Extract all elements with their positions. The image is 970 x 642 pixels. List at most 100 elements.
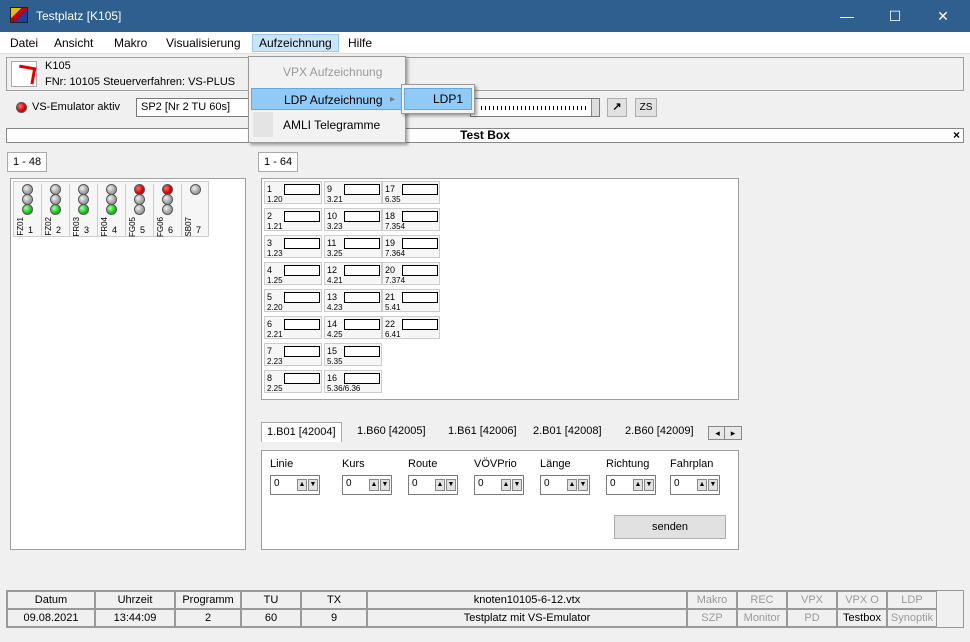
detector-state-box[interactable] xyxy=(402,238,438,249)
spinner-value[interactable]: 0 xyxy=(610,478,616,489)
spinner-value[interactable]: 0 xyxy=(412,478,418,489)
detector-state-box[interactable] xyxy=(344,265,380,276)
tab-scroll-right-icon[interactable]: ▸ xyxy=(726,427,740,439)
detector-state-box[interactable] xyxy=(344,238,380,249)
detector-21[interactable]: 21 5.41 xyxy=(382,289,440,312)
maximize-button[interactable]: ☐ xyxy=(872,0,918,32)
detector-4[interactable]: 4 1.25 xyxy=(264,262,322,285)
detector-12[interactable]: 12 4.21 xyxy=(324,262,382,285)
status-value-7[interactable]: Monitor xyxy=(737,609,787,627)
menu-visualisierung[interactable]: Visualisierung xyxy=(160,34,247,52)
detector-state-box[interactable] xyxy=(344,292,380,303)
menu-item-amli-telegramme[interactable]: AMLI Telegramme xyxy=(251,114,403,136)
detector-2[interactable]: 2 1.21 xyxy=(264,208,322,231)
status-value-9[interactable]: Testbox xyxy=(837,609,887,627)
tab-vehicle-4[interactable]: 2.B01 [42008] xyxy=(528,422,607,442)
spinner-value[interactable]: 0 xyxy=(674,478,680,489)
detector-5[interactable]: 5 2.20 xyxy=(264,289,322,312)
program-select[interactable]: SP2 [Nr 2 TU 60s] xyxy=(136,98,256,117)
close-button[interactable]: ✕ xyxy=(920,0,966,32)
time-slider[interactable] xyxy=(470,98,600,117)
detector-7[interactable]: 7 2.23 xyxy=(264,343,322,366)
field-spinner-vövprio[interactable]: 0 ▲ ▼ xyxy=(474,475,524,495)
detector-state-box[interactable] xyxy=(402,319,438,330)
detector-state-box[interactable] xyxy=(402,184,438,195)
tab-vehicle-3[interactable]: 1.B61 [42006] xyxy=(443,422,522,442)
detector-state-box[interactable] xyxy=(284,319,320,330)
detector-20[interactable]: 20 7.374 xyxy=(382,262,440,285)
menu-item-ldp-aufzeichnung[interactable]: LDP Aufzeichnung ▸ xyxy=(251,88,403,110)
detector-6[interactable]: 6 2.21 xyxy=(264,316,322,339)
field-spinner-route[interactable]: 0 ▲ ▼ xyxy=(408,475,458,495)
tab-scroll-left-icon[interactable]: ◂ xyxy=(711,427,725,439)
detector-13[interactable]: 13 4.23 xyxy=(324,289,382,312)
status-header-9[interactable]: VPX O xyxy=(837,591,887,609)
spin-down-icon[interactable]: ▼ xyxy=(308,479,318,491)
detector-9[interactable]: 9 3.21 xyxy=(324,181,382,204)
tab-vehicle-1[interactable]: 1.B01 [42004] xyxy=(261,422,342,442)
detector-17[interactable]: 17 6.35 xyxy=(382,181,440,204)
spin-up-icon[interactable]: ▲ xyxy=(369,479,379,491)
detector-15[interactable]: 15 5.35 xyxy=(324,343,382,366)
detector-state-box[interactable] xyxy=(344,319,380,330)
spinner-value[interactable]: 0 xyxy=(478,478,484,489)
tab-detector-range[interactable]: 1 - 64 xyxy=(258,152,299,172)
spin-up-icon[interactable]: ▲ xyxy=(567,479,577,491)
detector-state-box[interactable] xyxy=(284,265,320,276)
detector-22[interactable]: 22 6.41 xyxy=(382,316,440,339)
detector-state-box[interactable] xyxy=(284,238,320,249)
send-button[interactable]: senden xyxy=(614,515,726,539)
spin-up-icon[interactable]: ▲ xyxy=(435,479,445,491)
minimize-button[interactable]: — xyxy=(824,0,870,32)
detector-19[interactable]: 19 7.364 xyxy=(382,235,440,258)
detector-state-box[interactable] xyxy=(284,346,320,357)
detector-state-box[interactable] xyxy=(344,211,380,222)
status-header-8[interactable]: VPX xyxy=(787,591,837,609)
spin-up-icon[interactable]: ▲ xyxy=(501,479,511,491)
menu-item-vpx-aufzeichnung[interactable]: VPX Aufzeichnung xyxy=(251,61,403,83)
menu-datei[interactable]: Datei xyxy=(4,34,44,52)
detector-state-box[interactable] xyxy=(284,292,320,303)
field-spinner-linie[interactable]: 0 ▲ ▼ xyxy=(270,475,320,495)
detector-11[interactable]: 11 3.25 xyxy=(324,235,382,258)
detector-state-box[interactable] xyxy=(344,346,380,357)
menu-hilfe[interactable]: Hilfe xyxy=(342,34,378,52)
field-spinner-richtung[interactable]: 0 ▲ ▼ xyxy=(606,475,656,495)
detector-state-box[interactable] xyxy=(344,373,380,384)
spin-down-icon[interactable]: ▼ xyxy=(512,479,522,491)
status-value-10[interactable]: Synoptik xyxy=(887,609,937,627)
status-value-8[interactable]: PD xyxy=(787,609,837,627)
menu-makro[interactable]: Makro xyxy=(108,34,153,52)
status-header-6[interactable]: Makro xyxy=(687,591,737,609)
detector-state-box[interactable] xyxy=(284,373,320,384)
tab-signal-range[interactable]: 1 - 48 xyxy=(7,152,48,172)
spin-down-icon[interactable]: ▼ xyxy=(644,479,654,491)
spin-down-icon[interactable]: ▼ xyxy=(446,479,456,491)
detector-state-box[interactable] xyxy=(402,265,438,276)
detector-state-box[interactable] xyxy=(402,292,438,303)
field-spinner-fahrplan[interactable]: 0 ▲ ▼ xyxy=(670,475,720,495)
spinner-value[interactable]: 0 xyxy=(346,478,352,489)
field-spinner-kurs[interactable]: 0 ▲ ▼ xyxy=(342,475,392,495)
detector-3[interactable]: 3 1.23 xyxy=(264,235,322,258)
detector-state-box[interactable] xyxy=(284,184,320,195)
spin-up-icon[interactable]: ▲ xyxy=(697,479,707,491)
spin-up-icon[interactable]: ▲ xyxy=(297,479,307,491)
spinner-value[interactable]: 0 xyxy=(544,478,550,489)
detector-10[interactable]: 10 3.23 xyxy=(324,208,382,231)
status-value-6[interactable]: SZP xyxy=(687,609,737,627)
menu-ansicht[interactable]: Ansicht xyxy=(48,34,99,52)
spin-down-icon[interactable]: ▼ xyxy=(380,479,390,491)
detector-8[interactable]: 8 2.25 xyxy=(264,370,322,393)
testbox-close-icon[interactable]: × xyxy=(953,129,960,142)
detector-18[interactable]: 18 7.354 xyxy=(382,208,440,231)
menu-aufzeichnung[interactable]: Aufzeichnung xyxy=(252,34,339,52)
jump-arrow-button[interactable]: ↗ xyxy=(607,98,627,117)
menu-item-ldp1[interactable]: LDP1 xyxy=(404,88,472,110)
field-spinner-länge[interactable]: 0 ▲ ▼ xyxy=(540,475,590,495)
detector-state-box[interactable] xyxy=(284,211,320,222)
spin-down-icon[interactable]: ▼ xyxy=(708,479,718,491)
detector-1[interactable]: 1 1.20 xyxy=(264,181,322,204)
detector-16[interactable]: 16 5.36/6.36 xyxy=(324,370,382,393)
tab-vehicle-5[interactable]: 2.B60 [42009] xyxy=(620,422,699,442)
